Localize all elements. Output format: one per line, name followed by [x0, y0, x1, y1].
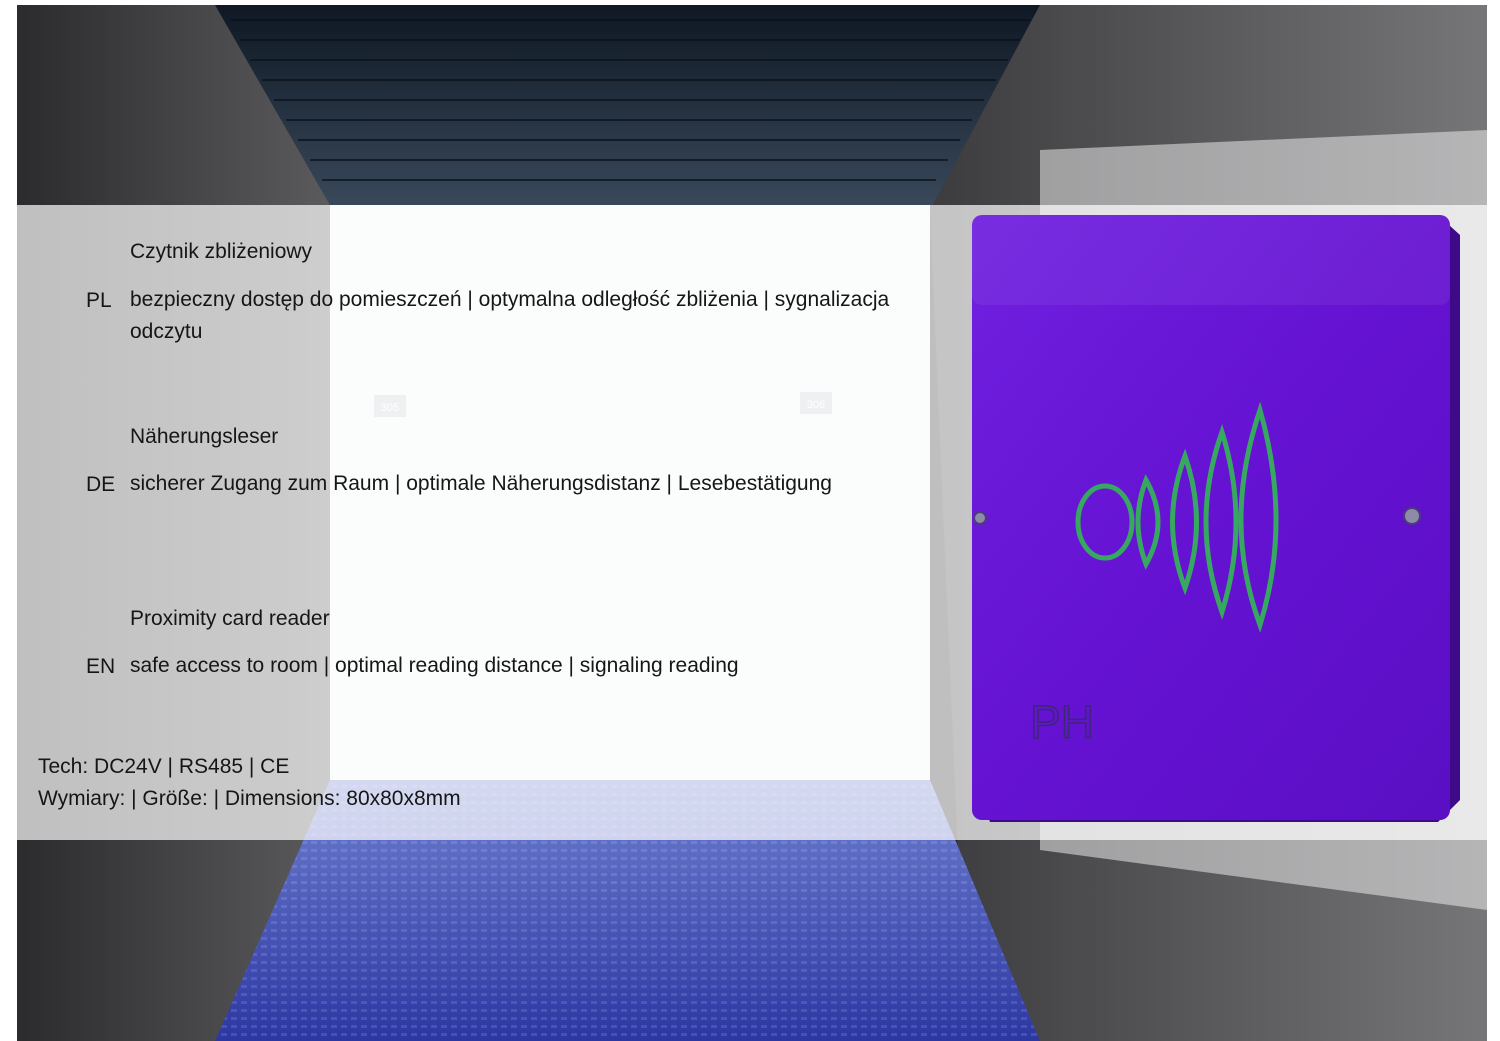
description-de: sicherer Zugang zum Raum | optimale Nähe…	[130, 472, 832, 495]
right-screw	[1403, 507, 1421, 525]
heading-pl: Czytnik zbliżeniowy	[130, 240, 313, 263]
tech-spec: Tech: DC24V | RS485 | CE	[38, 755, 290, 778]
description-en: safe access to room | optimal reading di…	[130, 654, 739, 677]
lang-code-pl: PL	[86, 289, 112, 312]
left-screw	[973, 511, 987, 525]
heading-en: Proximity card reader	[130, 607, 330, 630]
heading-de: Näherungsleser	[130, 425, 279, 448]
lang-code-de: DE	[86, 473, 116, 496]
brand-logo: PH	[1030, 696, 1094, 748]
proximity-reader-image: PH	[972, 215, 1460, 822]
description-pl: bezpieczny dostęp do pomieszczeń | optym…	[130, 288, 890, 343]
lang-code-en: EN	[86, 655, 116, 678]
dimensions-spec: Wymiary: | Größe: | Dimensions: 80x80x8m…	[38, 787, 461, 810]
